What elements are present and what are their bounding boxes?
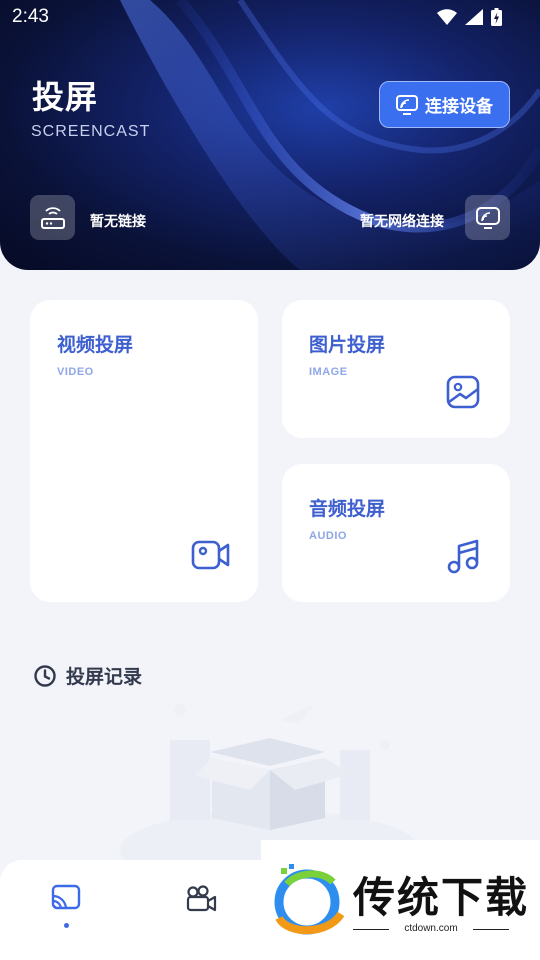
page-title: 投屏 (32, 78, 99, 116)
nav-item-video[interactable] (185, 884, 217, 914)
signal-icon (465, 9, 483, 25)
watermark-emblem-icon (274, 864, 345, 935)
network-status: 暂无网络连接 (360, 214, 444, 230)
video-cast-title: 视频投屏 (57, 334, 134, 356)
movie-camera-icon (186, 885, 217, 912)
watermark-text: 传统下载 (353, 873, 530, 922)
history-section-header: 投屏记录 (33, 662, 142, 689)
music-icon (447, 539, 479, 574)
status-bar: 2:43 (0, 0, 540, 36)
video-cast-subtitle: VIDEO (57, 366, 94, 378)
connect-device-label: 连接设备 (425, 97, 493, 117)
cast-icon (475, 206, 500, 229)
image-icon (446, 375, 480, 409)
history-title: 投屏记录 (66, 666, 143, 688)
page-subtitle: SCREENCAST (31, 123, 151, 140)
audio-cast-subtitle: AUDIO (309, 530, 347, 542)
clock-icon (34, 664, 56, 687)
wifi-icon (437, 9, 457, 25)
router-status-box (30, 195, 75, 240)
status-time: 2:43 (12, 6, 49, 27)
active-indicator (63, 923, 69, 928)
cast-icon (51, 884, 81, 910)
audio-cast-card[interactable]: 音频投屏 AUDIO (282, 464, 510, 602)
video-cast-card[interactable]: 视频投屏 VIDEO (30, 300, 258, 602)
connect-device-button[interactable]: 连接设备 (379, 81, 510, 128)
image-cast-card[interactable]: 图片投屏 IMAGE (282, 300, 510, 438)
image-cast-subtitle: IMAGE (309, 366, 348, 378)
connection-status: 暂无链接 (90, 214, 146, 230)
header-banner: 2:43 投屏 SCREENCAST 连接设备 暂无链接 暂无网络连接 (0, 0, 540, 270)
audio-cast-title: 音频投屏 (309, 498, 386, 520)
watermark-logo: 传统下载 ctdown.com (261, 840, 540, 960)
video-camera-icon (191, 540, 230, 570)
network-status-box (465, 195, 510, 240)
cast-icon (396, 94, 418, 115)
nav-item-cast[interactable] (50, 884, 82, 928)
battery-icon (491, 8, 502, 26)
image-cast-title: 图片投屏 (309, 334, 386, 356)
watermark-url: ctdown.com (353, 923, 509, 934)
router-icon (40, 206, 65, 229)
